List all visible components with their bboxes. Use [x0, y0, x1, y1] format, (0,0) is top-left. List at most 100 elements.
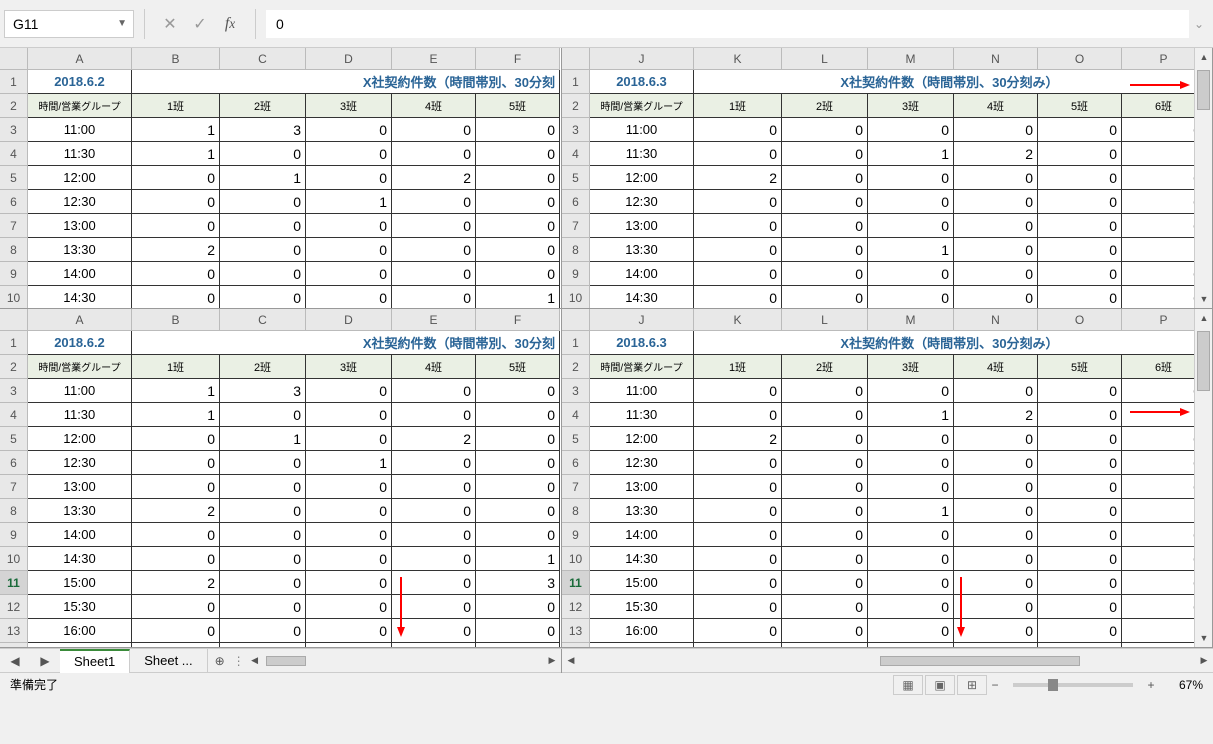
data-cell[interactable]: 0: [694, 142, 782, 166]
time-cell[interactable]: 12:00: [28, 166, 132, 190]
data-cell[interactable]: 0: [132, 475, 220, 499]
time-cell[interactable]: 15:30: [28, 595, 132, 619]
time-cell[interactable]: 12:00: [590, 427, 694, 451]
data-cell[interactable]: 0: [392, 286, 476, 309]
tab-nav-next[interactable]: ▶: [30, 654, 60, 668]
time-cell[interactable]: 16:00: [28, 619, 132, 643]
scroll-down-icon[interactable]: ▼: [1195, 290, 1213, 308]
data-cell[interactable]: 0: [868, 118, 954, 142]
data-cell[interactable]: 0: [868, 643, 954, 648]
row-header-3[interactable]: 3: [0, 379, 28, 403]
row-header-6[interactable]: 6: [0, 451, 28, 475]
row-header-5[interactable]: 5: [0, 427, 28, 451]
corner-header-cell[interactable]: 時間/営業グループ: [590, 94, 694, 118]
data-cell[interactable]: 2: [392, 427, 476, 451]
data-cell[interactable]: 0: [868, 595, 954, 619]
time-cell[interactable]: 14:00: [590, 523, 694, 547]
date-cell[interactable]: 2018.6.2: [28, 70, 132, 94]
data-cell[interactable]: 0: [132, 643, 220, 648]
data-cell[interactable]: 0: [1038, 142, 1122, 166]
data-cell[interactable]: 0: [1038, 571, 1122, 595]
data-cell[interactable]: 0: [1038, 379, 1122, 403]
data-cell[interactable]: 1: [132, 379, 220, 403]
time-cell[interactable]: 16:00: [590, 619, 694, 643]
row-header-1[interactable]: 1: [562, 331, 590, 355]
group-header-cell[interactable]: 5班: [1038, 355, 1122, 379]
data-cell[interactable]: 0: [306, 499, 392, 523]
data-cell[interactable]: 0: [476, 379, 560, 403]
row-header-5[interactable]: 5: [0, 166, 28, 190]
data-cell[interactable]: 0: [476, 190, 560, 214]
data-cell[interactable]: 0: [476, 166, 560, 190]
data-cell[interactable]: 0: [954, 262, 1038, 286]
data-cell[interactable]: 0: [220, 475, 306, 499]
data-cell[interactable]: 0: [782, 142, 868, 166]
accept-icon[interactable]: ✓: [185, 10, 215, 38]
data-cell[interactable]: 0: [694, 262, 782, 286]
data-cell[interactable]: 0: [954, 190, 1038, 214]
formula-input[interactable]: 0: [266, 10, 1189, 38]
row-header-1[interactable]: 1: [0, 331, 28, 355]
scroll-left-icon[interactable]: ◀: [562, 652, 580, 670]
vertical-scrollbar[interactable]: ▲ ▼: [1194, 48, 1212, 308]
col-header-F[interactable]: F: [476, 309, 560, 331]
data-cell[interactable]: 0: [306, 619, 392, 643]
data-cell[interactable]: 2: [132, 499, 220, 523]
data-cell[interactable]: 0: [1038, 118, 1122, 142]
data-cell[interactable]: 0: [954, 571, 1038, 595]
data-cell[interactable]: 0: [782, 379, 868, 403]
data-cell[interactable]: 1: [306, 190, 392, 214]
group-header-cell[interactable]: 4班: [392, 355, 476, 379]
row-header-2[interactable]: 2: [562, 94, 590, 118]
row-header-7[interactable]: 7: [0, 214, 28, 238]
data-cell[interactable]: 0: [1038, 427, 1122, 451]
title-cell[interactable]: X社契約件数（時間帯別、30分刻み）: [694, 331, 1206, 355]
data-cell[interactable]: 3: [220, 379, 306, 403]
data-cell[interactable]: 1: [306, 451, 392, 475]
data-cell[interactable]: 0: [392, 451, 476, 475]
row-header-6[interactable]: 6: [562, 190, 590, 214]
group-header-cell[interactable]: 4班: [954, 355, 1038, 379]
data-cell[interactable]: 0: [220, 595, 306, 619]
date-cell[interactable]: 2018.6.2: [28, 331, 132, 355]
data-cell[interactable]: 1: [868, 499, 954, 523]
time-cell[interactable]: 11:00: [28, 379, 132, 403]
group-header-cell[interactable]: 1班: [132, 355, 220, 379]
data-cell[interactable]: 0: [694, 643, 782, 648]
data-cell[interactable]: 0: [220, 571, 306, 595]
data-cell[interactable]: 0: [868, 379, 954, 403]
data-cell[interactable]: 0: [694, 499, 782, 523]
select-all-corner[interactable]: [562, 309, 590, 331]
group-header-cell[interactable]: 4班: [392, 94, 476, 118]
data-cell[interactable]: 1: [782, 643, 868, 648]
data-cell[interactable]: 0: [868, 547, 954, 571]
data-cell[interactable]: 0: [1038, 475, 1122, 499]
data-cell[interactable]: 0: [220, 619, 306, 643]
data-cell[interactable]: 1: [476, 547, 560, 571]
row-header-9[interactable]: 9: [562, 523, 590, 547]
data-cell[interactable]: 0: [782, 238, 868, 262]
data-cell[interactable]: 0: [1038, 619, 1122, 643]
data-cell[interactable]: 1: [476, 286, 560, 309]
hscroll-thumb[interactable]: [880, 656, 1080, 666]
data-cell[interactable]: 0: [392, 379, 476, 403]
time-cell[interactable]: 12:30: [28, 190, 132, 214]
row-header-10[interactable]: 10: [562, 286, 590, 309]
data-cell[interactable]: 0: [306, 379, 392, 403]
data-cell[interactable]: 0: [954, 238, 1038, 262]
data-cell[interactable]: 0: [782, 403, 868, 427]
data-cell[interactable]: 0: [306, 403, 392, 427]
col-header-J[interactable]: J: [590, 309, 694, 331]
scroll-up-icon[interactable]: ▲: [1195, 48, 1213, 66]
data-cell[interactable]: 0: [954, 547, 1038, 571]
data-cell[interactable]: 0: [306, 118, 392, 142]
data-cell[interactable]: 2: [132, 571, 220, 595]
data-cell[interactable]: 0: [132, 190, 220, 214]
row-header-9[interactable]: 9: [562, 262, 590, 286]
tab-menu-icon[interactable]: ⋮: [232, 654, 246, 668]
col-header-D[interactable]: D: [306, 309, 392, 331]
time-cell[interactable]: 13:30: [28, 499, 132, 523]
scroll-left-icon[interactable]: ◀: [246, 652, 264, 670]
data-cell[interactable]: 0: [868, 619, 954, 643]
data-cell[interactable]: 0: [306, 142, 392, 166]
